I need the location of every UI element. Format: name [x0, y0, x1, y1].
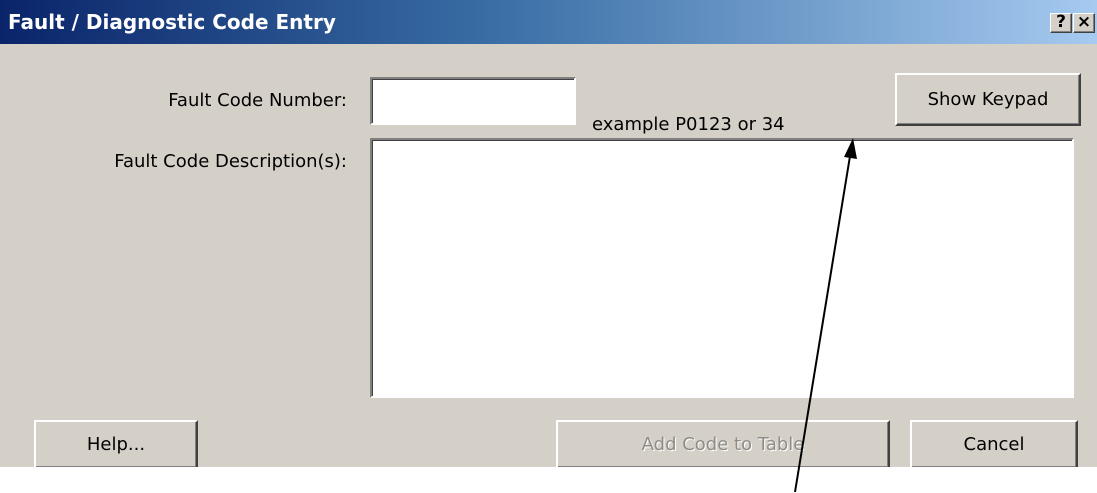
help-question-icon[interactable]: ? — [1050, 13, 1072, 33]
fault-description-label: Fault Code Description(s): — [114, 151, 347, 172]
add-code-button[interactable]: Add Code to Table — [556, 420, 890, 467]
fault-code-dialog: Fault / Diagnostic Code Entry ? × Fault … — [0, 0, 1097, 467]
show-keypad-button[interactable]: Show Keypad — [895, 73, 1081, 126]
close-icon[interactable]: × — [1073, 13, 1095, 33]
fault-code-label: Fault Code Number: — [168, 90, 347, 111]
example-hint: example P0123 or 34 — [592, 114, 785, 135]
fault-code-input[interactable] — [370, 77, 576, 125]
cancel-button[interactable]: Cancel — [910, 420, 1078, 467]
fault-description-textarea[interactable] — [370, 138, 1074, 398]
window-title: Fault / Diagnostic Code Entry — [8, 10, 336, 34]
help-button[interactable]: Help... — [34, 420, 198, 467]
title-bar[interactable]: Fault / Diagnostic Code Entry ? × — [0, 0, 1097, 44]
